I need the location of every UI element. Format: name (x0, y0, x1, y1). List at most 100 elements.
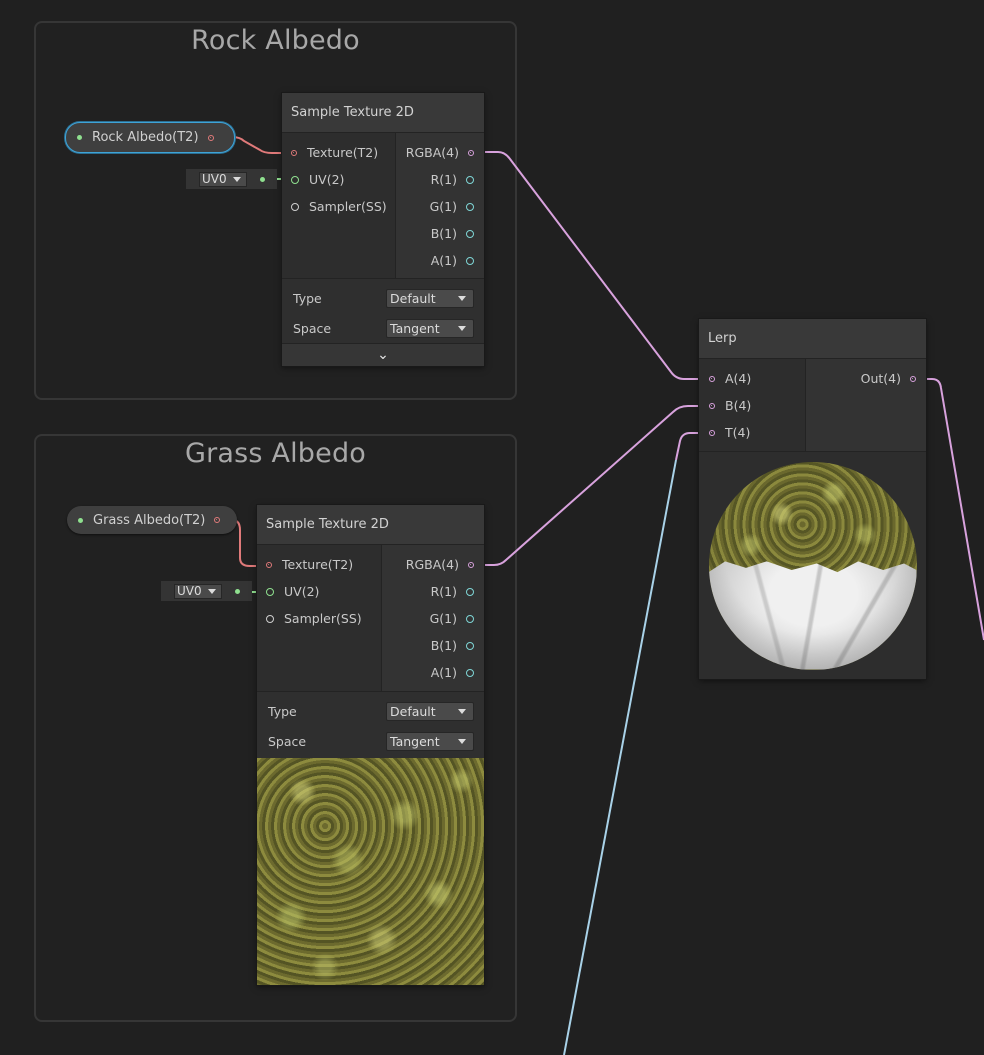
moss-texture-preview (257, 758, 484, 985)
dropdown-value: Tangent (390, 320, 440, 336)
port-label: B(1) (430, 638, 457, 653)
caret-down-icon (458, 708, 466, 714)
output-port-b[interactable]: B(1) (382, 632, 484, 659)
property-indicator-icon (77, 135, 82, 140)
uv-dropdown[interactable]: UV0 (174, 583, 222, 599)
a-port-icon[interactable] (709, 375, 715, 382)
property-label: Rock Albedo(T2) (92, 130, 199, 145)
node-title[interactable]: Lerp (699, 319, 926, 359)
port-label: UV(2) (309, 172, 345, 187)
uv-dropdown[interactable]: UV0 (199, 171, 247, 187)
caret-down-icon (233, 176, 241, 182)
setting-space: Space Tangent (282, 313, 484, 343)
uv-port-icon[interactable] (291, 175, 299, 184)
output-port-a[interactable]: A(1) (396, 247, 484, 274)
uv-output-dot-icon[interactable] (235, 588, 240, 594)
output-port-g[interactable]: G(1) (396, 193, 484, 220)
dropdown-value: Default (390, 290, 436, 306)
output-port-r[interactable]: R(1) (382, 578, 484, 605)
output-port-g[interactable]: G(1) (382, 605, 484, 632)
property-label: Grass Albedo(T2) (93, 512, 206, 528)
uv-value: UV0 (177, 584, 202, 598)
input-port-texture[interactable]: Texture(T2) (282, 139, 395, 166)
b-port-icon[interactable] (466, 641, 474, 650)
port-label: A(1) (430, 253, 457, 268)
b-port-icon[interactable] (466, 229, 474, 238)
sample-texture-2d-node-grass[interactable]: Sample Texture 2D Texture(T2) UV(2) Samp… (257, 505, 484, 985)
output-port-r[interactable]: R(1) (396, 166, 484, 193)
chevron-down-icon: ⌄ (377, 347, 389, 363)
space-dropdown[interactable]: Tangent (386, 318, 474, 338)
a-port-icon[interactable] (466, 256, 474, 265)
uv-output-dot-icon[interactable] (260, 176, 265, 182)
g-port-icon[interactable] (466, 614, 474, 623)
texture-port-icon[interactable] (291, 149, 297, 156)
out-port-icon[interactable] (910, 375, 916, 382)
group-title[interactable]: Rock Albedo (36, 25, 515, 56)
r-port-icon[interactable] (466, 175, 474, 184)
property-node-rock-albedo[interactable]: Rock Albedo(T2) (65, 122, 235, 153)
lerp-node[interactable]: Lerp A(4) B(4) T(4) Out(4) (699, 319, 926, 679)
node-title[interactable]: Sample Texture 2D (257, 505, 484, 545)
sampler-port-icon[interactable] (266, 614, 274, 623)
expand-preview-button[interactable]: ⌄ (282, 343, 484, 366)
output-port-out[interactable]: Out(4) (806, 365, 926, 392)
port-label: B(1) (430, 226, 457, 241)
r-port-icon[interactable] (466, 587, 474, 596)
output-port-rgba[interactable]: RGBA(4) (396, 139, 484, 166)
dropdown-value: Default (390, 703, 436, 719)
uv-port-icon[interactable] (266, 587, 274, 596)
setting-label: Space (268, 733, 307, 749)
port-label: RGBA(4) (405, 145, 459, 160)
input-port-texture[interactable]: Texture(T2) (257, 551, 381, 578)
input-port-sampler[interactable]: Sampler(SS) (257, 605, 381, 632)
sphere-preview (699, 452, 926, 679)
port-label: Out(4) (860, 371, 901, 386)
input-port-sampler[interactable]: Sampler(SS) (282, 193, 395, 220)
caret-down-icon (458, 295, 466, 301)
type-dropdown[interactable]: Default (386, 288, 474, 308)
input-port-a[interactable]: A(4) (699, 365, 805, 392)
group-title[interactable]: Grass Albedo (36, 438, 515, 469)
node-title[interactable]: Sample Texture 2D (282, 93, 484, 133)
output-port-b[interactable]: B(1) (396, 220, 484, 247)
port-label: UV(2) (284, 584, 320, 599)
caret-down-icon (458, 325, 466, 331)
caret-down-icon (458, 738, 466, 744)
caret-down-icon (208, 588, 216, 594)
g-port-icon[interactable] (466, 202, 474, 211)
sphere-preview-image (708, 461, 917, 670)
sampler-port-icon[interactable] (291, 202, 299, 211)
uv-channel-field-rock[interactable]: UV0 (186, 169, 277, 189)
t-port-icon[interactable] (709, 429, 715, 436)
rgba-port-icon[interactable] (468, 149, 474, 156)
input-port-b[interactable]: B(4) (699, 392, 805, 419)
space-dropdown[interactable]: Tangent (386, 731, 474, 751)
uv-channel-field-grass[interactable]: UV0 (161, 581, 252, 601)
port-label: T(4) (725, 425, 751, 440)
output-port-a[interactable]: A(1) (382, 659, 484, 686)
texture-port-icon[interactable] (266, 561, 272, 568)
port-label: Sampler(SS) (284, 611, 362, 626)
property-indicator-icon (78, 517, 83, 523)
port-label: R(1) (430, 584, 457, 599)
input-port-uv[interactable]: UV(2) (257, 578, 381, 605)
sample-texture-2d-node-rock[interactable]: Sample Texture 2D Texture(T2) UV(2) Samp… (282, 93, 484, 366)
port-label: G(1) (429, 611, 457, 626)
output-port-rgba[interactable]: RGBA(4) (382, 551, 484, 578)
port-label: B(4) (725, 398, 752, 413)
rgba-port-icon[interactable] (468, 561, 474, 568)
wire-blend-to-t[interactable] (563, 459, 677, 1055)
output-port-icon[interactable] (214, 517, 221, 523)
a-port-icon[interactable] (466, 668, 474, 677)
port-label: A(4) (725, 371, 752, 386)
b-port-icon[interactable] (709, 402, 715, 409)
port-label: R(1) (430, 172, 457, 187)
property-node-grass-albedo[interactable]: Grass Albedo(T2) (67, 506, 237, 534)
input-port-t[interactable]: T(4) (699, 419, 805, 446)
dropdown-value: Tangent (390, 733, 440, 749)
node-settings: Type Default Space Tangent (282, 279, 484, 343)
input-port-uv[interactable]: UV(2) (282, 166, 395, 193)
type-dropdown[interactable]: Default (386, 701, 474, 721)
output-port-icon[interactable] (207, 134, 214, 141)
